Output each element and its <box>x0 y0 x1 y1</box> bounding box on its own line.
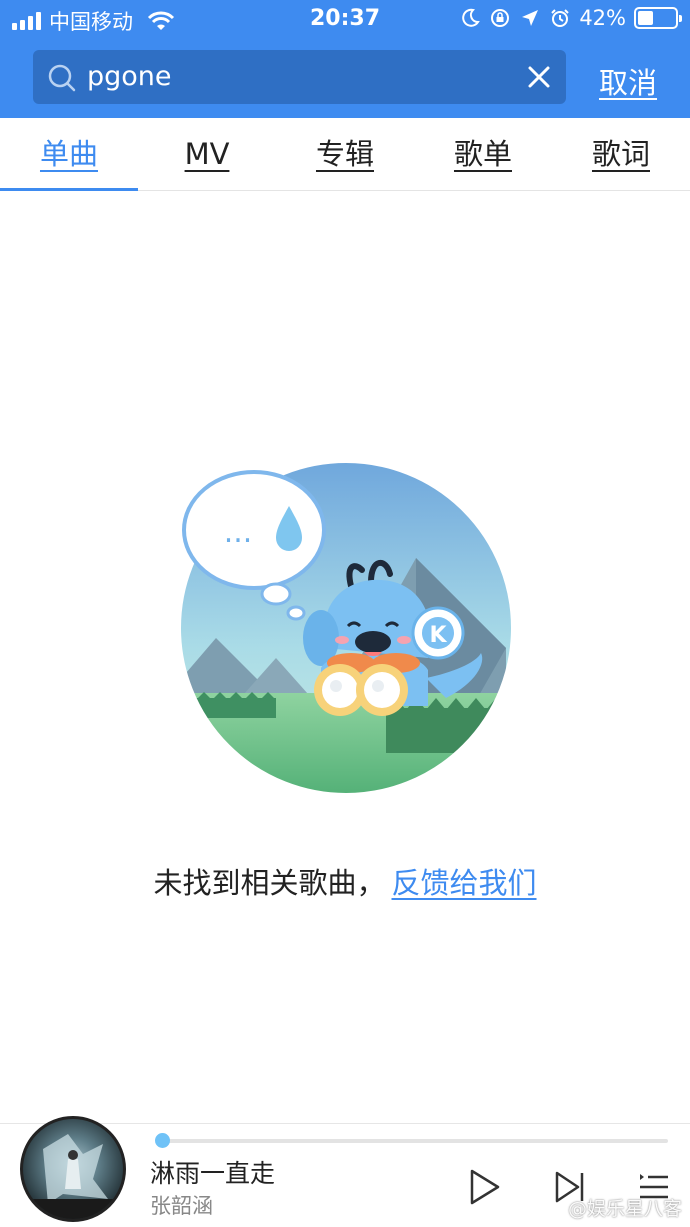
tab-lyrics[interactable]: 歌词 <box>552 118 690 190</box>
rotation-lock-icon <box>491 9 510 27</box>
search-header: pgone 取消 <box>0 38 690 118</box>
mini-player[interactable]: 淋雨一直走 张韶涵 @娱乐星八客 <box>0 1116 690 1227</box>
tab-albums[interactable]: 专辑 <box>276 118 414 190</box>
battery-fill <box>638 11 653 25</box>
song-title: 淋雨一直走 <box>150 1159 276 1188</box>
progress-handle[interactable] <box>155 1133 170 1148</box>
tab-mv[interactable]: MV <box>138 118 276 190</box>
clear-icon[interactable] <box>526 64 552 90</box>
play-icon[interactable] <box>466 1168 502 1206</box>
search-input[interactable]: pgone <box>33 50 566 104</box>
feedback-link[interactable]: 反馈给我们 <box>392 866 537 900</box>
empty-state-illustration: ... K <box>179 461 513 795</box>
album-cover[interactable] <box>20 1116 126 1222</box>
empty-state-text: 未找到相关歌曲， <box>153 866 386 900</box>
alarm-icon <box>551 9 570 27</box>
bubble-text: ... <box>224 515 253 550</box>
progress-track[interactable] <box>156 1139 668 1143</box>
tab-songs[interactable]: 单曲 <box>0 118 138 191</box>
result-tabs: 单曲 MV 专辑 歌单 歌词 <box>0 118 690 191</box>
search-icon <box>48 64 76 92</box>
tab-playlists[interactable]: 歌单 <box>414 118 552 190</box>
watermark: @娱乐星八客 <box>567 1198 682 1220</box>
song-artist: 张韶涵 <box>150 1194 213 1218</box>
empty-state-message: 未找到相关歌曲， 反馈给我们 <box>0 860 690 902</box>
album-art <box>23 1134 123 1219</box>
status-bar: 中国移动 20:37 42% <box>0 0 690 38</box>
search-query[interactable]: pgone <box>87 60 172 94</box>
location-icon <box>522 10 539 26</box>
moon-icon <box>462 8 481 27</box>
cancel-button[interactable]: 取消 <box>599 60 657 102</box>
battery-icon <box>634 7 682 29</box>
svg-text:K: K <box>429 623 447 648</box>
battery-percent: 42% <box>579 6 626 30</box>
